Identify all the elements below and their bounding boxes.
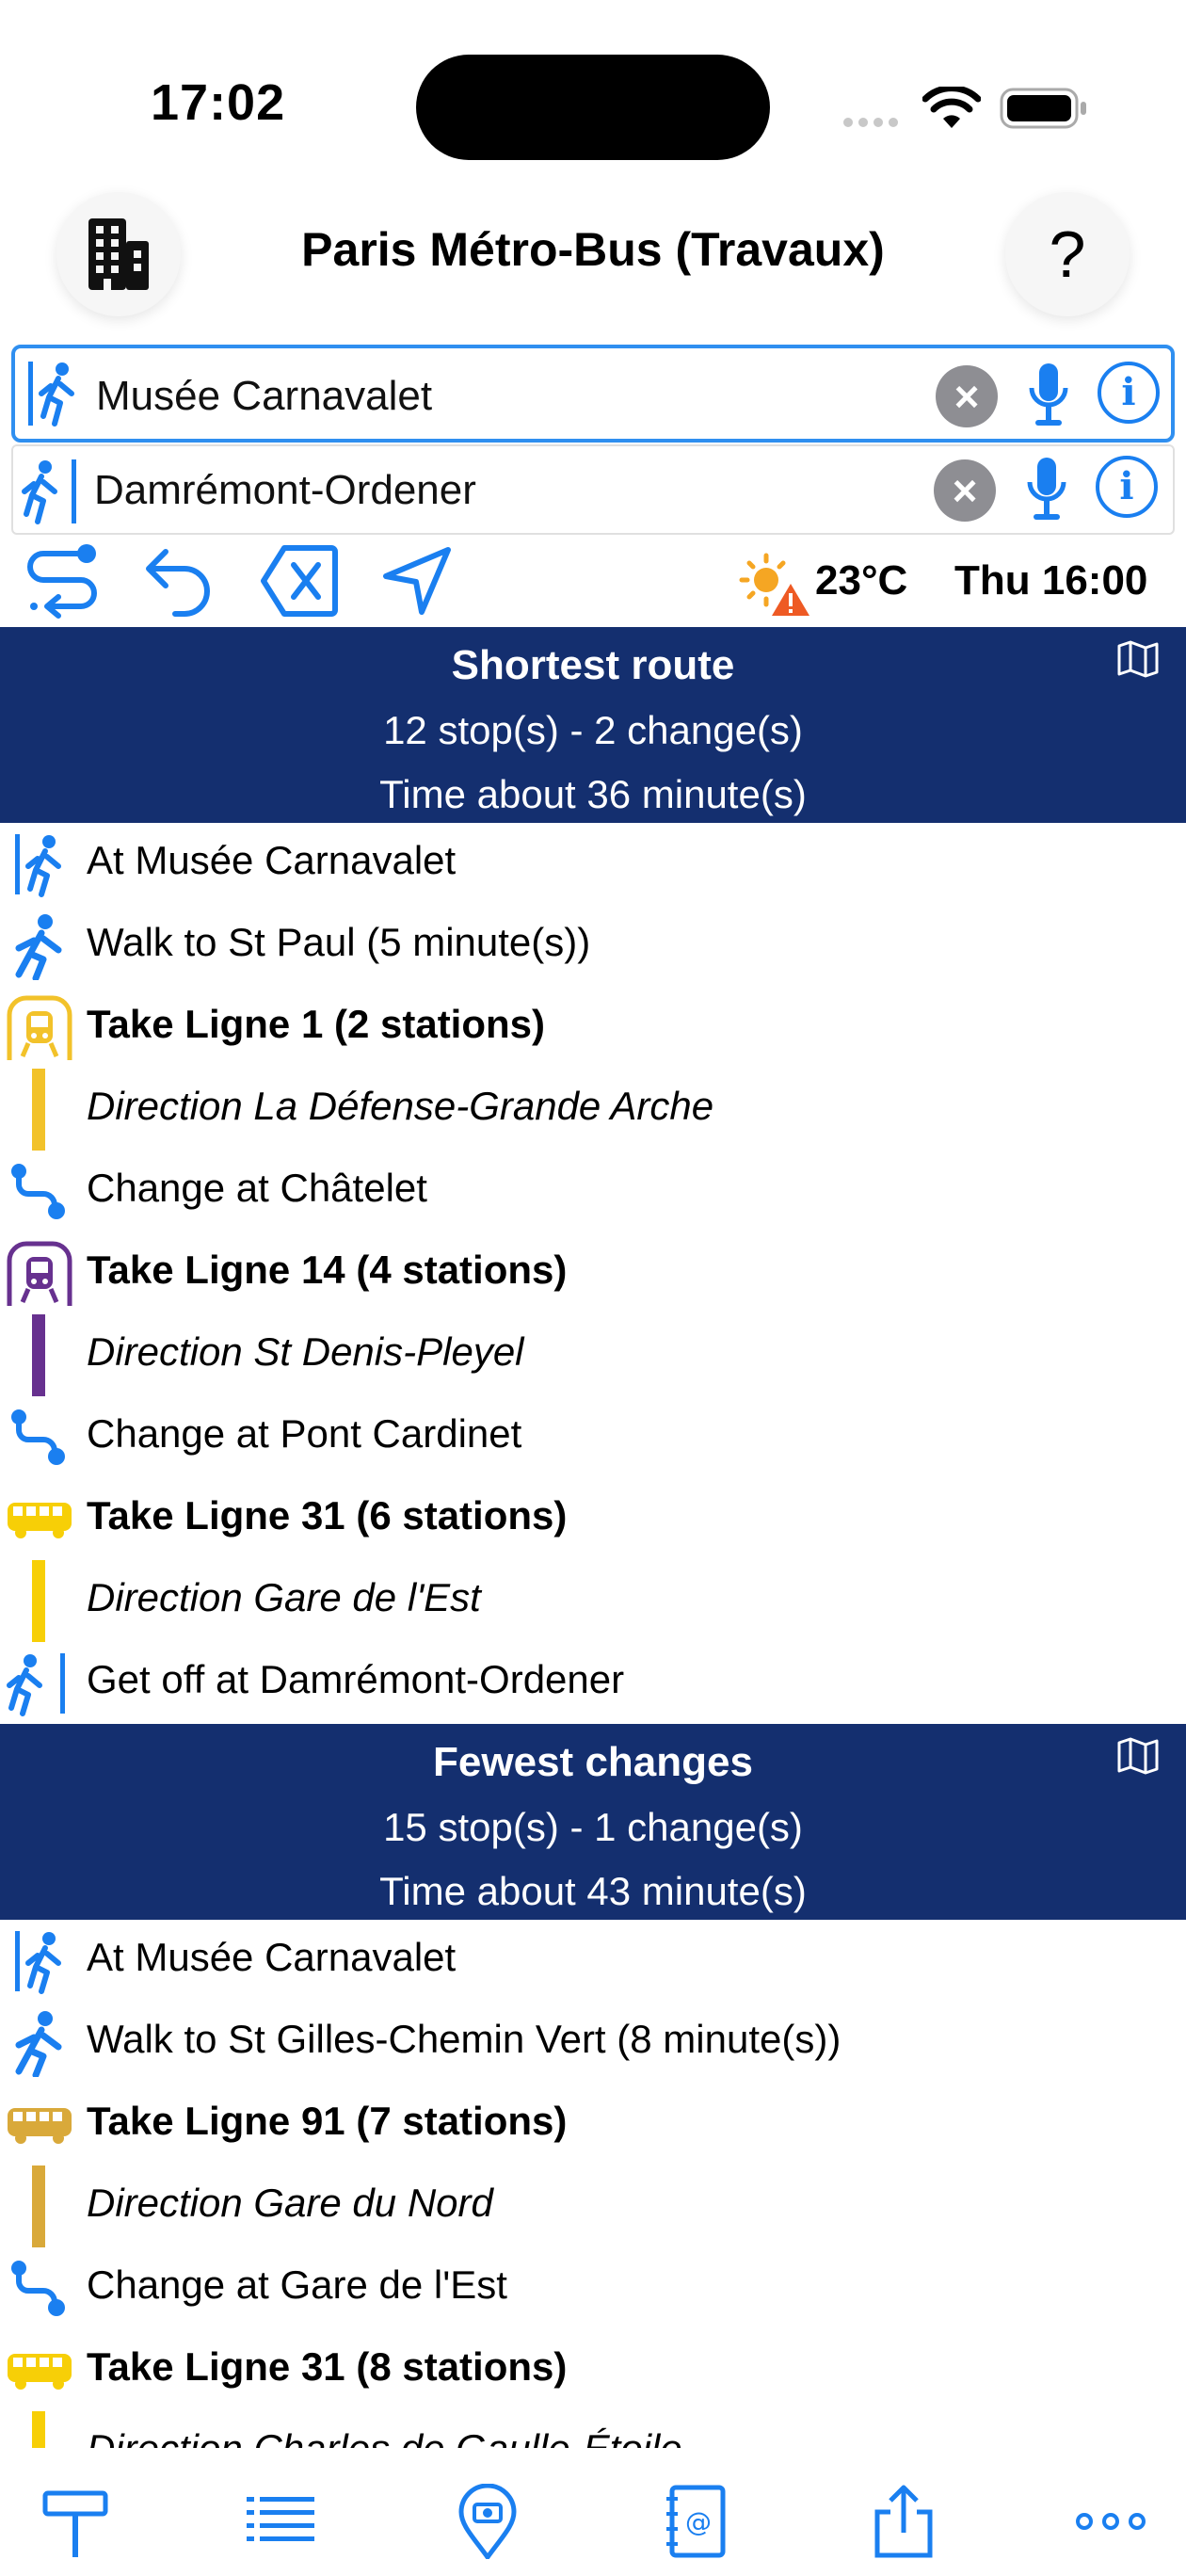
list-item[interactable]: Take Ligne 91 (7 stations)	[0, 2084, 1186, 2165]
step-text: At Musée Carnavalet	[87, 1935, 457, 1979]
list-item[interactable]: Direction St Denis-Pleyel	[0, 1314, 1186, 1396]
stop-sign-icon[interactable]	[38, 2484, 113, 2559]
map-icon[interactable]	[1116, 1737, 1160, 1775]
step-text: Get off at Damrémont-Ordener	[87, 1657, 625, 1701]
bottom-tab-bar: @	[0, 2448, 1186, 2576]
walk-end-icon	[22, 459, 76, 524]
walk-start-icon	[15, 1931, 61, 1994]
mic-icon[interactable]	[1026, 360, 1071, 431]
destination-info-icon[interactable]: i	[1096, 456, 1158, 518]
step-text: Take Ligne 1 (2 stations)	[87, 1002, 545, 1046]
weather-sun-warning-icon	[739, 553, 809, 616]
step-text: Direction Gare de l'Est	[87, 1575, 481, 1619]
list-item[interactable]: Direction La Défense-Grande Arche	[0, 1069, 1186, 1151]
dynamic-island	[416, 55, 770, 160]
step-text: Take Ligne 14 (4 stations)	[87, 1248, 568, 1292]
change-icon	[11, 2261, 65, 2316]
list-icon[interactable]	[243, 2484, 318, 2559]
list-item[interactable]: Get off at Damrémont-Ordener	[0, 1642, 1186, 1724]
list-item[interactable]: Take Ligne 31 (6 stations)	[0, 1478, 1186, 1560]
step-text: Walk to St Paul (5 minute(s))	[87, 920, 591, 964]
list-item[interactable]: Walk to St Gilles-Chemin Vert (8 minute(…	[0, 2002, 1186, 2084]
address-book-icon[interactable]: @	[659, 2484, 734, 2559]
step-text: Take Ligne 31 (8 stations)	[87, 2344, 568, 2389]
undo-icon[interactable]	[141, 542, 218, 618]
list-item[interactable]: Change at Châtelet	[0, 1151, 1186, 1232]
clear-origin-button[interactable]: ×	[936, 365, 998, 427]
weather-time[interactable]: Thu 16:00	[954, 557, 1147, 604]
origin-input[interactable]: Musée Carnavalet	[96, 373, 432, 420]
bus-icon	[8, 2108, 72, 2144]
wifi-icon	[922, 87, 981, 128]
step-text: Walk to St Gilles-Chemin Vert (8 minute(…	[87, 2017, 841, 2061]
metro-icon	[7, 995, 72, 1060]
line-color-bar	[32, 1560, 45, 1642]
weather-temperature[interactable]: 23°C	[815, 557, 907, 604]
origin-info-icon[interactable]: i	[1098, 362, 1160, 424]
more-icon[interactable]	[1073, 2484, 1148, 2559]
signal-icon	[843, 115, 904, 132]
walk-end-icon	[7, 1653, 65, 1716]
list-item[interactable]: Take Ligne 31 (8 stations)	[0, 2329, 1186, 2411]
route-title: Fewest changes	[433, 1739, 753, 1785]
step-text: Take Ligne 91 (7 stations)	[87, 2099, 568, 2143]
route-header-fewest[interactable]: Fewest changes 15 stop(s) - 1 change(s) …	[0, 1724, 1186, 1920]
bus-icon	[8, 1503, 72, 1538]
route-time: Time about 36 minute(s)	[379, 772, 807, 816]
step-text: Change at Gare de l'Est	[87, 2262, 507, 2307]
line-color-bar	[32, 1069, 45, 1151]
list-item[interactable]: At Musée Carnavalet	[0, 1920, 1186, 2002]
step-text: Direction La Défense-Grande Arche	[87, 1084, 714, 1128]
route-header-shortest[interactable]: Shortest route 12 stop(s) - 2 change(s) …	[0, 627, 1186, 823]
route-time: Time about 43 minute(s)	[379, 1869, 807, 1913]
list-item[interactable]: Change at Gare de l'Est	[0, 2247, 1186, 2329]
change-icon	[11, 1164, 65, 1219]
route-icon[interactable]	[24, 540, 102, 620]
step-text: Change at Châtelet	[87, 1166, 427, 1210]
change-icon	[11, 1409, 65, 1465]
svg-text:@: @	[685, 2506, 712, 2537]
destination-field[interactable]: Damrémont-Ordener × i	[11, 444, 1175, 535]
step-text: Direction Gare du Nord	[87, 2181, 493, 2225]
list-item[interactable]: Change at Pont Cardinet	[0, 1396, 1186, 1478]
destination-input[interactable]: Damrémont-Ordener	[94, 467, 476, 514]
status-time: 17:02	[151, 74, 286, 131]
map-icon[interactable]	[1116, 640, 1160, 678]
list-item[interactable]: Direction Gare du Nord	[0, 2165, 1186, 2247]
walk-start-icon	[15, 834, 61, 897]
list-item[interactable]: Direction Gare de l'Est	[0, 1560, 1186, 1642]
walk-icon	[15, 2011, 62, 2077]
walk-start-icon	[28, 362, 74, 427]
list-item[interactable]: Walk to St Paul (5 minute(s))	[0, 905, 1186, 987]
bus-icon	[8, 2354, 72, 2390]
help-button[interactable]: ?	[1005, 192, 1130, 316]
list-item[interactable]: Take Ligne 14 (4 stations)	[0, 1232, 1186, 1314]
line-color-bar	[32, 1314, 45, 1396]
clear-delete-icon[interactable]	[260, 544, 339, 618]
route-stops: 12 stop(s) - 2 change(s)	[383, 708, 803, 752]
locate-arrow-icon[interactable]	[380, 544, 454, 618]
step-text: At Musée Carnavalet	[87, 838, 457, 882]
metro-icon	[7, 1241, 72, 1306]
share-icon[interactable]	[866, 2484, 941, 2559]
route-title: Shortest route	[451, 642, 735, 688]
line-color-bar	[32, 2165, 45, 2247]
walk-icon	[15, 914, 62, 980]
list-item[interactable]: Take Ligne 1 (2 stations)	[0, 987, 1186, 1069]
clear-destination-button[interactable]: ×	[934, 459, 996, 522]
battery-icon	[1000, 88, 1086, 129]
step-text: Take Ligne 31 (6 stations)	[87, 1493, 568, 1538]
mic-icon[interactable]	[1024, 454, 1069, 525]
step-text: Direction St Denis-Pleyel	[87, 1329, 524, 1374]
list-item[interactable]: At Musée Carnavalet	[0, 823, 1186, 905]
location-camera-icon[interactable]	[450, 2484, 525, 2559]
route-stops: 15 stop(s) - 1 change(s)	[383, 1805, 803, 1849]
origin-field[interactable]: Musée Carnavalet × i	[11, 345, 1175, 443]
step-text: Change at Pont Cardinet	[87, 1411, 522, 1456]
